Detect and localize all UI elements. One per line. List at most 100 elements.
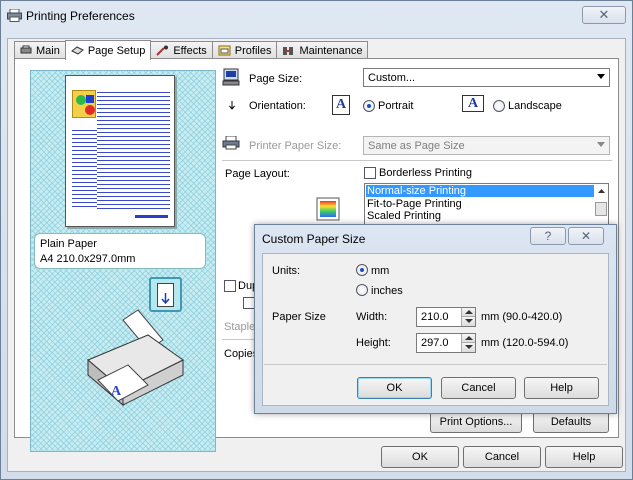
page-size-value: Custom... [368,71,416,84]
media-type-text: Plain Paper [40,238,97,250]
portrait-label: Portrait [378,100,414,112]
width-increment-icon[interactable] [461,308,475,317]
tab-maintenance[interactable]: Maintenance [276,41,369,59]
printer-paper-size-select[interactable]: Same as Page Size [363,136,610,155]
dialog-cancel-button[interactable]: Cancel [441,377,516,399]
paper-dimensions-text: A4 210.0x297.0mm [40,253,136,265]
svg-text:A: A [111,384,122,399]
staple-label: Staple [224,321,256,333]
portrait-glyph: A [335,97,347,112]
dialog-help-text-button[interactable]: Help [524,377,599,399]
preview-footer-bar [135,215,168,218]
window-title: Printing Preferences [26,9,135,23]
ok-button[interactable]: OK [381,446,459,468]
preview-text-lines-left [72,130,97,210]
help-label: Help [572,451,596,463]
landscape-radio[interactable] [493,100,505,112]
unit-mm-label: mm [371,265,390,277]
ok-label: OK [412,451,428,463]
question-icon: ? [544,229,552,243]
width-range-text: mm (90.0-420.0) [481,311,563,323]
dialog-ok-label: OK [386,382,403,394]
tab-page-setup[interactable]: Page Setup [64,40,152,60]
chevron-down-icon [597,142,605,147]
effects-tab-icon [156,45,169,56]
shapes-icon [76,95,95,115]
close-icon: ✕ [580,229,592,243]
tab-page-setup-label: Page Setup [87,44,146,57]
help-button[interactable]: Help [545,446,623,468]
defaults-button[interactable]: Defaults [533,411,609,433]
printer-app-icon [7,9,22,22]
borderless-checkbox[interactable] [364,167,376,179]
window-close-button[interactable]: ✕ [582,6,626,24]
preview-text-lines [97,92,170,210]
print-options-label: Print Options... [439,416,513,428]
chevron-down-icon [597,74,605,79]
dialog-title: Custom Paper Size [262,232,366,246]
title-bar: Printing Preferences ✕ [0,0,633,32]
height-decrement-icon[interactable] [461,343,475,352]
dialog-close-button[interactable]: ✕ [568,227,604,245]
page-setup-tab-icon [70,46,84,55]
preview-image-thumbnail [72,90,96,118]
paper-info-box: Plain Paper A4 210.0x297.0mm [34,233,206,269]
printer-paper-size-label: Printer Paper Size: [249,140,342,152]
unit-mm-radio[interactable] [356,264,368,276]
paper-feed-sheet [157,283,174,307]
tab-effects-label: Effects [173,44,207,57]
landscape-glyph: A [467,95,479,111]
height-stepper[interactable]: 297.0 [416,333,476,353]
paper-size-label: Paper Size [272,311,326,323]
units-label: Units: [272,265,301,277]
dialog-ok-button[interactable]: OK [357,377,432,399]
landscape-icon: A [462,95,484,112]
maintenance-tab-icon [283,47,294,55]
height-label: Height: [356,337,391,349]
unit-inches-radio[interactable] [356,284,368,296]
layout-preview-icon [316,197,340,221]
printer-illustration: A [87,309,184,407]
divider [222,160,612,161]
landscape-label: Landscape [508,100,562,112]
printer-paper-size-value: Same as Page Size [368,139,465,152]
page-size-select[interactable]: Custom... [363,68,610,87]
cancel-button[interactable]: Cancel [463,446,541,468]
width-label: Width: [356,311,388,323]
list-item[interactable]: Fit-to-Page Printing [366,198,594,210]
portrait-icon: A [332,95,350,115]
dialog-divider [264,364,607,365]
defaults-label: Defaults [550,416,592,428]
duplex-checkbox[interactable] [224,280,236,292]
height-increment-icon[interactable] [461,334,475,343]
scrollbar-thumb[interactable] [595,202,607,216]
width-value: 210.0 [421,311,449,323]
down-arrow-icon [161,293,170,305]
list-item[interactable]: Scaled Printing [366,210,594,222]
tab-profiles[interactable]: Profiles [211,41,278,59]
page-size-label: Page Size: [249,73,303,85]
height-value: 297.0 [421,337,449,349]
print-options-button[interactable]: Print Options... [430,411,522,433]
width-decrement-icon[interactable] [461,317,475,326]
unit-inches-label: inches [371,285,403,297]
tab-profiles-label: Profiles [234,44,272,57]
tab-main-label: Main [36,44,60,57]
tab-effects[interactable]: Effects [150,41,213,59]
cancel-label: Cancel [484,451,520,463]
dialog-cancel-label: Cancel [461,382,496,394]
small-down-arrow-icon [229,101,235,110]
close-icon: ✕ [598,7,610,22]
printer-paper-icon [222,136,240,150]
main-tab-icon [20,45,32,54]
scroll-up-icon[interactable] [596,187,607,195]
dialog-help-button[interactable]: ? [530,227,566,245]
tab-main[interactable]: Main [14,41,66,59]
list-item[interactable]: Normal-size Printing [366,185,594,197]
width-stepper[interactable]: 210.0 [416,307,476,327]
tab-strip: Main Page Setup Effects Profiles Mainten… [14,40,369,60]
page-size-icon [222,68,240,86]
page-layout-list[interactable]: Normal-size Printing Fit-to-Page Printin… [364,183,609,227]
portrait-radio[interactable] [363,100,375,112]
orientation-label: Orientation: [249,100,306,112]
